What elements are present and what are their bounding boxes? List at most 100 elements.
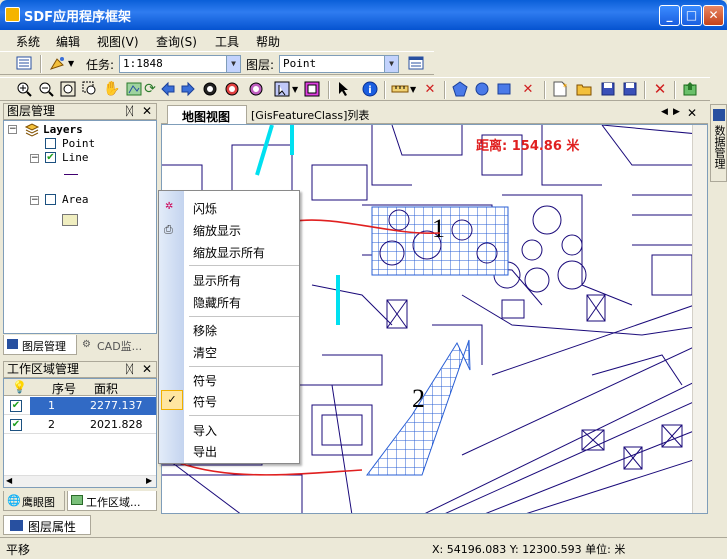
info-icon[interactable]: i [360, 79, 380, 99]
work-area-icon [71, 495, 83, 505]
separator [674, 81, 676, 99]
open-folder-icon[interactable] [574, 79, 594, 99]
menu-help[interactable]: 帮助 [256, 33, 280, 50]
task-select-value: 1:1848 [123, 57, 163, 70]
separator [40, 55, 42, 73]
tab-close-icon[interactable]: ✕ [687, 106, 697, 120]
target2-icon[interactable] [246, 79, 266, 99]
panel-close-icon[interactable]: ✕ [142, 104, 152, 119]
table-row[interactable]: ✔ 1 2277.137 [4, 397, 156, 415]
forward-arrow-icon[interactable] [178, 79, 198, 99]
export-icon[interactable] [680, 79, 700, 99]
minimize-button[interactable]: _ [659, 5, 680, 26]
menu-item-flash[interactable]: 闪烁 [193, 200, 217, 217]
data-manage-dock[interactable]: 数据管理 [710, 104, 727, 182]
polygon-icon[interactable] [450, 79, 470, 99]
delete-icon[interactable]: ✕ [650, 79, 670, 99]
dropdown-arrow-icon[interactable]: ▼ [68, 59, 74, 68]
tab-layer-properties[interactable]: 图层属性 [3, 515, 91, 535]
pin-icon[interactable]: ᛞ [126, 362, 133, 377]
menu-item-symbol[interactable]: 符号 [193, 372, 217, 389]
tab-layer-manage[interactable]: 图层管理 [3, 335, 77, 355]
menu-item-show-all[interactable]: 显示所有 [193, 272, 241, 289]
menu-query[interactable]: 查询(S) [156, 33, 197, 50]
layer-panel-header: 图层管理 ᛞ ✕ [3, 103, 157, 120]
work-panel-header: 工作区域管理 ᛞ ✕ [3, 361, 157, 378]
collapse-toggle[interactable]: − [30, 196, 39, 205]
circle-icon[interactable] [472, 79, 492, 99]
tab-cad-monitor[interactable]: ⚙ CAD监... [79, 335, 142, 354]
menu-item-export[interactable]: 导出 [193, 443, 217, 460]
back-arrow-icon[interactable] [158, 79, 178, 99]
pan-hand-icon[interactable]: ✋ [102, 79, 122, 99]
menu-item-clear[interactable]: 清空 [193, 344, 217, 361]
close-button[interactable]: ✕ [703, 5, 724, 26]
map-vertical-scroll[interactable] [692, 125, 707, 513]
pin-icon[interactable]: ᛞ [126, 104, 133, 119]
zoom-in-icon[interactable] [14, 79, 34, 99]
app-icon [5, 7, 20, 22]
layer-line-checkbox[interactable]: ✔ [45, 152, 56, 163]
draw-tool-icon[interactable] [48, 53, 68, 73]
grid-header: 💡 序号 面积 [4, 379, 156, 396]
menu-tools[interactable]: 工具 [215, 33, 239, 50]
list-view-icon[interactable] [14, 53, 34, 73]
new-file-icon[interactable]: ✶ [550, 79, 570, 99]
horizontal-scrollbar[interactable]: ◀ ▶ [4, 475, 156, 487]
scroll-left-icon[interactable]: ◀ [6, 476, 12, 485]
zoom-window-icon[interactable] [80, 79, 100, 99]
delete-measure-icon[interactable]: ✕ [420, 79, 440, 99]
clear-selection-icon[interactable] [302, 79, 322, 99]
layer-select-value: Point [283, 57, 317, 70]
tab-work-area[interactable]: 工作区域... [67, 491, 157, 511]
target-icon[interactable] [222, 79, 242, 99]
menu-item-remove[interactable]: 移除 [193, 322, 217, 339]
layer-select[interactable]: Point ▼ [279, 55, 399, 73]
table-row[interactable]: ✔ 2 2021.828 [4, 416, 156, 434]
row-checkbox[interactable]: ✔ [10, 419, 22, 431]
menu-item-import[interactable]: 导入 [193, 422, 217, 439]
layer-area-checkbox[interactable] [45, 194, 56, 205]
collapse-toggle[interactable]: − [30, 154, 39, 163]
tab-scroll-right-icon[interactable]: ▶ [673, 107, 680, 117]
layer-point-checkbox[interactable] [45, 138, 56, 149]
menu-edit[interactable]: 编辑 [56, 33, 80, 50]
rectangle-icon[interactable] [494, 79, 514, 99]
pointer-icon[interactable] [334, 79, 354, 99]
select-features-icon[interactable] [272, 79, 292, 99]
table-icon[interactable] [406, 53, 426, 73]
work-panel-tabs: 🌐 鹰眼图 工作区域... [3, 491, 157, 511]
dropdown-arrow-icon[interactable]: ▼ [410, 85, 416, 94]
save-icon[interactable] [598, 79, 618, 99]
menu-view[interactable]: 视图(V) [97, 33, 139, 50]
panel-close-icon[interactable]: ✕ [142, 362, 152, 377]
menu-item-zoom[interactable]: 缩放显示 [193, 222, 241, 239]
zoom-extent-icon[interactable] [58, 79, 78, 99]
menu-system[interactable]: 系统 [16, 33, 40, 50]
delete-shape-icon[interactable]: ✕ [518, 79, 538, 99]
layers-root-label: Layers [43, 123, 83, 136]
save-as-icon[interactable] [620, 79, 640, 99]
select-circle-icon[interactable] [200, 79, 220, 99]
layer-label: 图层: [246, 58, 275, 72]
tab-label: 图层管理 [22, 340, 66, 353]
row-checkbox[interactable]: ✔ [10, 400, 22, 412]
tab-label: [GisFeatureClass]列表 [251, 109, 370, 122]
maximize-button[interactable]: □ [681, 5, 702, 26]
tab-scroll-left-icon[interactable]: ◀ [661, 107, 668, 117]
dropdown-arrow-icon[interactable]: ▼ [292, 85, 298, 94]
col-area-header: 面积 [94, 382, 119, 396]
collapse-toggle[interactable]: − [8, 125, 17, 134]
menu-item-hide-all[interactable]: 隐藏所有 [193, 294, 241, 311]
tab-map-view[interactable]: 地图视图 [167, 105, 247, 124]
status-coordinates: X: 54196.083 Y: 12300.593 单位: 米 [432, 543, 626, 556]
menu-item-symbol-2[interactable]: 符号 [193, 393, 217, 410]
zoom-out-icon[interactable] [36, 79, 56, 99]
tab-feature-list[interactable]: [GisFeatureClass]列表 [251, 107, 369, 123]
task-select[interactable]: 1:1848 ▼ [119, 55, 241, 73]
measure-icon[interactable] [390, 79, 410, 99]
refresh-icon[interactable]: ⟳ [140, 79, 160, 99]
menu-item-zoom-all[interactable]: 缩放显示所有 [193, 244, 265, 261]
tab-eagle-eye[interactable]: 🌐 鹰眼图 [3, 491, 65, 511]
scroll-right-icon[interactable]: ▶ [146, 476, 152, 485]
